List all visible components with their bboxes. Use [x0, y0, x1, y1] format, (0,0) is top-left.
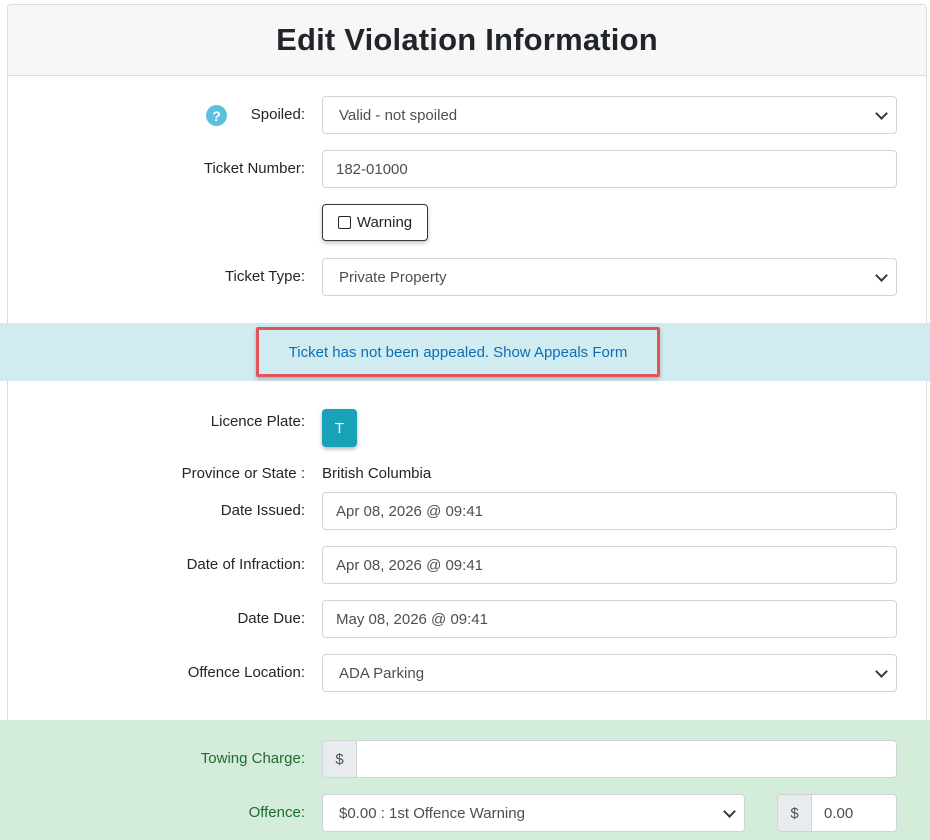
- offence-select[interactable]: $0.00 : 1st Offence Warning: [322, 794, 745, 832]
- towing-charge-input-group: $: [322, 740, 897, 778]
- date-infraction-row: Date of Infraction: Apr 08, 2026 @ 09:41: [0, 546, 930, 584]
- province-row: Province or State : British Columbia: [0, 464, 930, 484]
- ticket-type-row: Ticket Type: Private Property: [0, 258, 930, 296]
- date-infraction-value: Apr 08, 2026 @ 09:41: [336, 556, 483, 574]
- appeal-banner: Ticket has not been appealed. Show Appea…: [0, 323, 930, 381]
- date-issued-row: Date Issued: Apr 08, 2026 @ 09:41: [0, 492, 930, 530]
- offence-amount-input[interactable]: 0.00: [812, 794, 897, 832]
- warning-row: Warning: [0, 204, 930, 241]
- licence-plate-row: Licence Plate: T: [0, 409, 930, 447]
- spoiled-select[interactable]: Valid - not spoiled: [322, 96, 897, 134]
- ticket-number-label: Ticket Number:: [203, 160, 305, 177]
- chevron-down-icon: [875, 665, 888, 678]
- page-title: Edit Violation Information: [276, 22, 658, 57]
- offence-location-row: Offence Location: ADA Parking: [0, 654, 930, 692]
- date-due-label: Date Due:: [237, 610, 305, 627]
- chevron-down-icon: [723, 805, 736, 818]
- chevron-down-icon: [875, 107, 888, 120]
- licence-plate-button[interactable]: T: [322, 409, 357, 447]
- towing-charge-label: Towing Charge:: [200, 750, 305, 767]
- spoiled-value: Valid - not spoiled: [339, 106, 458, 124]
- checkbox-icon: [337, 216, 351, 229]
- card-header: Edit Violation Information: [8, 5, 926, 76]
- warning-toggle-button[interactable]: Warning: [322, 204, 428, 241]
- offence-location-select[interactable]: ADA Parking: [322, 654, 897, 692]
- licence-plate-label: Licence Plate:: [210, 413, 305, 430]
- offence-row: Offence: $0.00 : 1st Offence Warning $ 0…: [0, 794, 930, 832]
- province-label: Province or State :: [181, 465, 305, 482]
- appeal-status-box: Ticket has not been appealed. Show Appea…: [256, 327, 660, 377]
- currency-addon: $: [322, 740, 357, 778]
- date-due-value: May 08, 2026 @ 09:41: [336, 610, 488, 628]
- question-circle-icon[interactable]: ?: [206, 105, 227, 126]
- spoiled-row: ? Spoiled: Valid - not spoiled: [0, 96, 930, 134]
- ticket-number-input[interactable]: 182-01000: [322, 150, 897, 188]
- date-issued-value: Apr 08, 2026 @ 09:41: [336, 502, 483, 520]
- date-due-input[interactable]: May 08, 2026 @ 09:41: [322, 600, 897, 638]
- offence-amount-group: $ 0.00: [777, 794, 897, 832]
- date-infraction-label: Date of Infraction:: [186, 556, 305, 573]
- offence-location-label: Offence Location:: [187, 664, 305, 681]
- spoiled-label: Spoiled:: [250, 106, 305, 123]
- ticket-type-label: Ticket Type:: [224, 268, 305, 285]
- offence-value: $0.00 : 1st Offence Warning: [339, 804, 525, 822]
- show-appeals-form-link[interactable]: Show Appeals Form: [493, 344, 627, 361]
- date-infraction-input[interactable]: Apr 08, 2026 @ 09:41: [322, 546, 897, 584]
- date-due-row: Date Due: May 08, 2026 @ 09:41: [0, 600, 930, 638]
- ticket-type-value: Private Property: [339, 268, 447, 286]
- ticket-type-select[interactable]: Private Property: [322, 258, 897, 296]
- towing-charge-input[interactable]: [357, 740, 897, 778]
- offence-location-value: ADA Parking: [339, 664, 425, 682]
- appeal-status-text: Ticket has not been appealed.: [288, 343, 490, 361]
- currency-addon: $: [777, 794, 812, 832]
- ticket-number-row: Ticket Number: 182-01000: [0, 150, 930, 188]
- chevron-down-icon: [875, 269, 888, 282]
- date-issued-input[interactable]: Apr 08, 2026 @ 09:41: [322, 492, 897, 530]
- towing-charge-row: Towing Charge: $: [0, 740, 930, 778]
- date-issued-label: Date Issued:: [220, 502, 305, 519]
- province-value: British Columbia: [322, 465, 432, 482]
- offence-label: Offence:: [248, 804, 305, 821]
- warning-label: Warning: [356, 214, 413, 231]
- ticket-number-value: 182-01000: [336, 160, 408, 178]
